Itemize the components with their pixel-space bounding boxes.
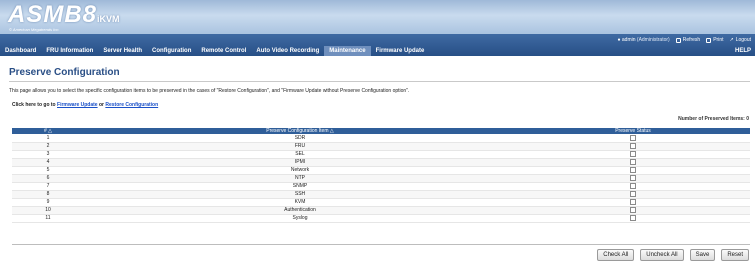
buttons-divider: [12, 244, 750, 245]
check-all-button[interactable]: Check All: [597, 249, 635, 261]
nav-item-firmware-update[interactable]: Firmware Update: [371, 46, 430, 56]
refresh-icon: [675, 37, 681, 43]
preserve-checkbox[interactable]: [630, 174, 636, 181]
row-preserve-status: [516, 166, 750, 175]
row-preserve-status: [516, 158, 750, 167]
row-preserve-status: [516, 150, 750, 159]
table-row: 3 SEL: [12, 150, 750, 159]
table-row: 1 SDR: [12, 134, 750, 143]
table-row: 7 SNMP: [12, 182, 750, 191]
row-item-name: SDR: [84, 134, 516, 143]
row-number: 2: [12, 142, 84, 151]
table-row: 4 IPMI: [12, 158, 750, 167]
nav-menu: Dashboard FRU Information Server Health Con…: [0, 46, 755, 56]
logout-button[interactable]: ↗ Logout: [730, 37, 752, 43]
row-number: 5: [12, 166, 84, 175]
nav-item-fru-information[interactable]: FRU Information: [41, 46, 98, 56]
nav-item-configuration[interactable]: Configuration: [147, 46, 196, 56]
row-preserve-status: [516, 134, 750, 143]
header-banner: ASMB8iKVM © American Megatrends Inc.: [0, 0, 755, 34]
row-number: 7: [12, 182, 84, 191]
table-row: 9 KVM: [12, 198, 750, 207]
preserve-checkbox[interactable]: [630, 206, 636, 213]
row-item-name: FRU: [84, 142, 516, 151]
preserve-checkbox[interactable]: [630, 134, 636, 141]
action-buttons: Check All Uncheck All Save Reset: [597, 249, 749, 261]
row-number: 11: [12, 214, 84, 223]
nav-item-remote-control[interactable]: Remote Control: [196, 46, 251, 56]
user-bar: ● admin (Administrator) Refresh Print ↗ …: [617, 36, 751, 44]
links-or: or: [98, 102, 104, 108]
preserve-config-table: # △ Preserve Configuration Item △ Preser…: [12, 128, 750, 223]
preserved-count: Number of Preserved Items: 0: [678, 116, 749, 122]
preserve-checkbox[interactable]: [630, 198, 636, 205]
row-item-name: SEL: [84, 150, 516, 159]
row-number: 6: [12, 174, 84, 183]
row-number: 4: [12, 158, 84, 167]
table-row: 2 FRU: [12, 142, 750, 151]
table-row: 5 Network: [12, 166, 750, 175]
reset-button[interactable]: Reset: [721, 249, 749, 261]
refresh-label: Refresh: [682, 37, 701, 43]
preserve-checkbox[interactable]: [630, 150, 636, 157]
user-icon: ●: [617, 37, 621, 43]
row-number: 3: [12, 150, 84, 159]
save-button[interactable]: Save: [689, 249, 716, 261]
user-role: (Administrator): [636, 37, 670, 43]
logout-icon: ↗: [729, 37, 734, 43]
table-row: 8 SSH: [12, 190, 750, 199]
title-divider: [9, 81, 750, 82]
preserve-checkbox[interactable]: [630, 166, 636, 173]
row-item-name: KVM: [84, 198, 516, 207]
row-number: 10: [12, 206, 84, 215]
user-info: ● admin (Administrator): [617, 37, 669, 43]
restore-configuration-link[interactable]: Restore Configuration: [105, 102, 158, 108]
row-preserve-status: [516, 206, 750, 215]
page-title: Preserve Configuration: [9, 67, 120, 78]
row-preserve-status: [516, 142, 750, 151]
table-row: 10 Authentication: [12, 206, 750, 215]
row-preserve-status: [516, 214, 750, 223]
row-preserve-status: [516, 190, 750, 199]
row-preserve-status: [516, 182, 750, 191]
logo-tagline: © American Megatrends Inc.: [9, 27, 60, 32]
row-number: 9: [12, 198, 84, 207]
row-item-name: SSH: [84, 190, 516, 199]
refresh-button[interactable]: Refresh: [675, 37, 701, 43]
print-button[interactable]: Print: [706, 37, 724, 43]
nav-item-auto-video-recording[interactable]: Auto Video Recording: [251, 46, 324, 56]
preserve-checkbox[interactable]: [630, 158, 636, 165]
row-item-name: Syslog: [84, 214, 516, 223]
row-item-name: Network: [84, 166, 516, 175]
table-row: 11 Syslog: [12, 214, 750, 223]
firmware-update-link[interactable]: Firmware Update: [57, 102, 98, 108]
print-label: Print: [713, 37, 724, 43]
preserve-checkbox[interactable]: [630, 214, 636, 221]
uncheck-all-button[interactable]: Uncheck All: [640, 249, 684, 261]
logout-label: Logout: [735, 37, 751, 43]
product-name: ASMB8: [8, 1, 98, 28]
row-preserve-status: [516, 174, 750, 183]
product-suffix: iKVM: [97, 14, 120, 24]
row-item-name: SNMP: [84, 182, 516, 191]
row-number: 8: [12, 190, 84, 199]
preserve-checkbox[interactable]: [630, 142, 636, 149]
row-item-name: NTP: [84, 174, 516, 183]
nav-item-dashboard[interactable]: Dashboard: [0, 46, 41, 56]
preserve-checkbox[interactable]: [630, 182, 636, 189]
username: admin: [621, 37, 636, 43]
page-description: This page allows you to select the speci…: [9, 88, 410, 94]
help-link[interactable]: HELP: [735, 46, 751, 56]
row-preserve-status: [516, 198, 750, 207]
preserve-checkbox[interactable]: [630, 190, 636, 197]
nav-item-maintenance[interactable]: Maintenance: [324, 46, 371, 56]
table-row: 6 NTP: [12, 174, 750, 183]
row-number: 1: [12, 134, 84, 143]
row-item-name: Authentication: [84, 206, 516, 215]
print-icon: [706, 37, 712, 43]
row-item-name: IPMI: [84, 158, 516, 167]
navigation-links: Click here to go to Firmware Update or R…: [12, 102, 158, 108]
links-prefix: Click here to go to: [12, 102, 56, 108]
nav-item-server-health[interactable]: Server Health: [98, 46, 147, 56]
